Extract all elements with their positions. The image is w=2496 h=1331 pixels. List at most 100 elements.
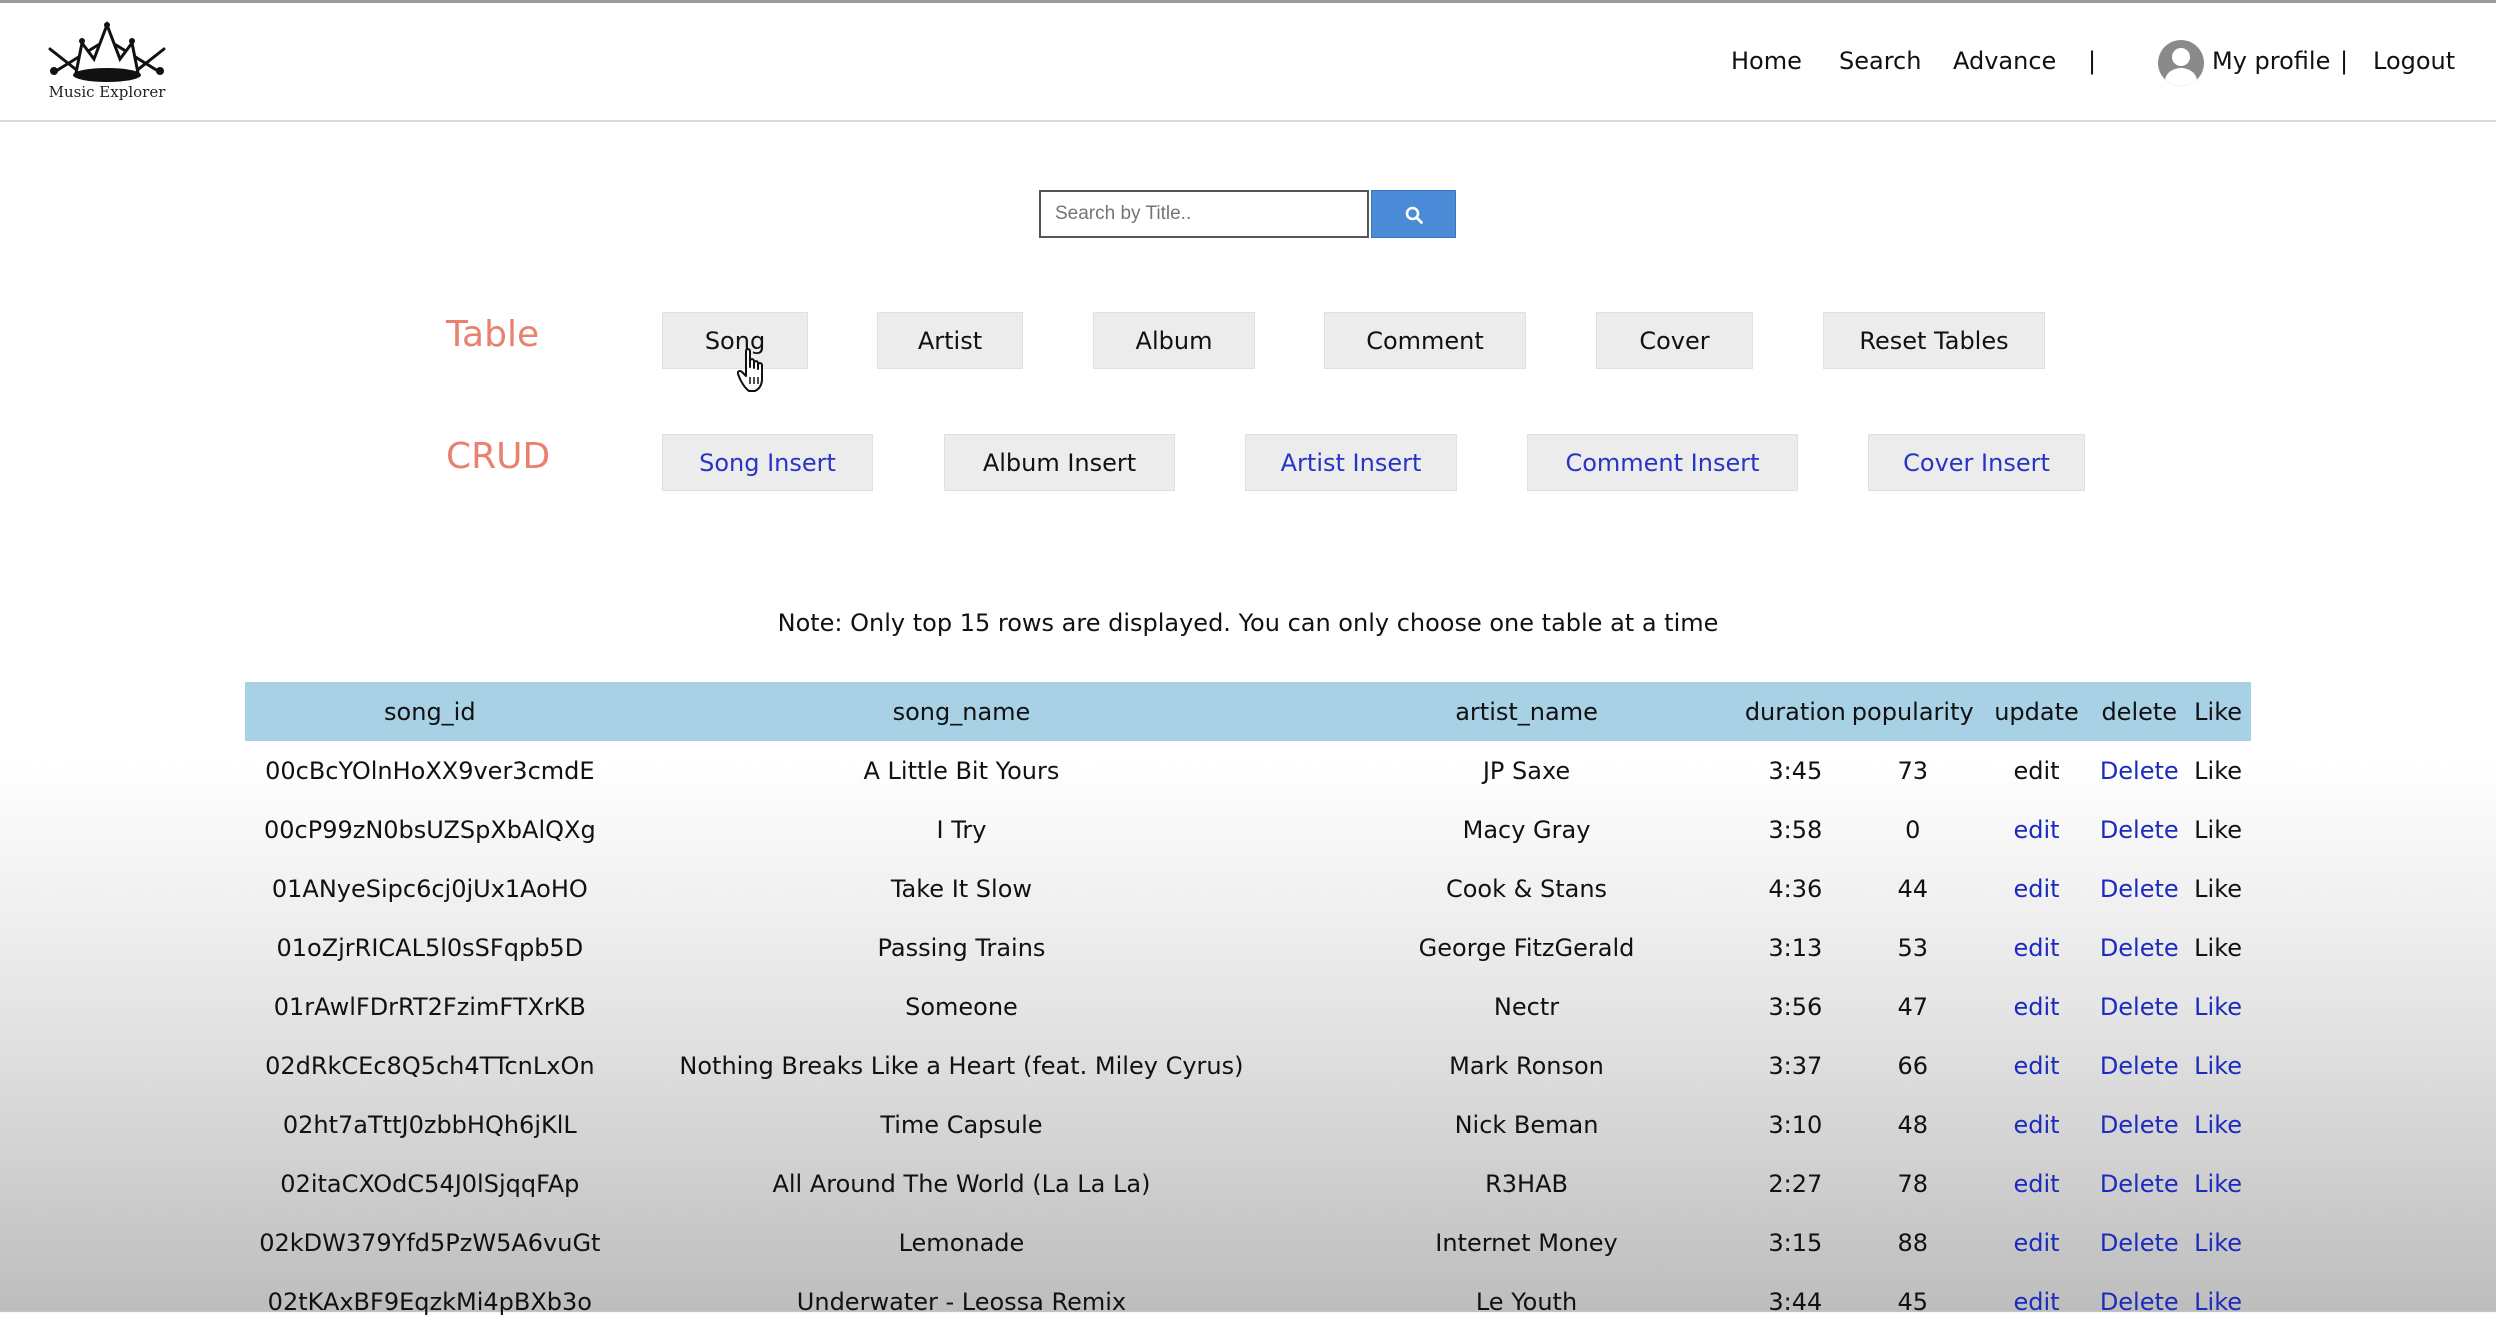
- edit-link[interactable]: edit: [2013, 1288, 2059, 1316]
- column-header-artist-name: artist_name: [1308, 682, 1745, 741]
- delete-link[interactable]: Delete: [2100, 993, 2179, 1021]
- logo[interactable]: Music Explorer: [48, 21, 166, 105]
- search-input[interactable]: [1039, 190, 1369, 238]
- cell-song-name: Someone: [905, 992, 1018, 1021]
- cell-song-name: Take It Slow: [890, 874, 1033, 903]
- like-link[interactable]: Like: [2194, 934, 2242, 962]
- table-row: 02dRkCEc8Q5ch4TTcnLxOn Nothing Breaks Li…: [245, 1036, 2251, 1095]
- column-header-duration: duration: [1744, 682, 1846, 741]
- table-button-artist[interactable]: Artist: [877, 312, 1023, 369]
- table-button-comment[interactable]: Comment: [1324, 312, 1526, 369]
- table-row: 01rAwlFDrRT2FzimFTXrKB Someone Nectr 3:5…: [245, 977, 2251, 1036]
- cell-popularity: 45: [1897, 1287, 1929, 1316]
- cell-duration: 3:37: [1768, 1051, 1823, 1080]
- cell-duration: 2:27: [1768, 1169, 1823, 1198]
- nav-search[interactable]: Search: [1839, 47, 1921, 75]
- cell-song-id: 00cBcYOlnHoXX9ver3cmdE: [265, 756, 595, 785]
- cell-duration: 3:58: [1768, 815, 1823, 844]
- like-link[interactable]: Like: [2194, 993, 2242, 1021]
- cell-song-id: 02itaCXOdC54J0lSjqqFAp: [280, 1169, 580, 1198]
- column-header-song-name: song_name: [614, 682, 1309, 741]
- crud-section-label: CRUD: [446, 436, 551, 477]
- nav-logout[interactable]: Logout: [2373, 47, 2455, 75]
- cover-insert-button[interactable]: Cover Insert: [1868, 434, 2085, 491]
- delete-link[interactable]: Delete: [2100, 1288, 2179, 1316]
- edit-link[interactable]: edit: [2013, 1170, 2059, 1198]
- edit-link[interactable]: edit: [2013, 757, 2059, 785]
- edit-link[interactable]: edit: [2013, 875, 2059, 903]
- delete-link[interactable]: Delete: [2100, 1111, 2179, 1139]
- edit-link[interactable]: edit: [2013, 1111, 2059, 1139]
- edit-link[interactable]: edit: [2013, 1052, 2059, 1080]
- like-link[interactable]: Like: [2194, 1229, 2242, 1257]
- cell-artist-name: JP Saxe: [1482, 756, 1571, 785]
- like-link[interactable]: Like: [2194, 1052, 2242, 1080]
- cell-song-id: 01rAwlFDrRT2FzimFTXrKB: [273, 992, 586, 1021]
- edit-link[interactable]: edit: [2013, 816, 2059, 844]
- table-row: 00cBcYOlnHoXX9ver3cmdE A Little Bit Your…: [245, 741, 2251, 800]
- delete-link[interactable]: Delete: [2100, 1170, 2179, 1198]
- nav-advance[interactable]: Advance: [1953, 47, 2056, 75]
- cell-popularity: 53: [1897, 933, 1929, 962]
- cell-popularity: 78: [1897, 1169, 1929, 1198]
- cell-duration: 3:45: [1768, 756, 1823, 785]
- table-row: 01ANyeSipc6cj0jUx1AoHO Take It Slow Cook…: [245, 859, 2251, 918]
- cell-popularity: 73: [1897, 756, 1929, 785]
- table-row: 00cP99zN0bsUZSpXbAlQXg I Try Macy Gray 3…: [245, 800, 2251, 859]
- note-text: Note: Only top 15 rows are displayed. Yo…: [777, 609, 1719, 637]
- table-row: 01oZjrRICAL5l0sSFqpb5D Passing Trains Ge…: [245, 918, 2251, 977]
- table-section-label: Table: [446, 314, 540, 355]
- table-button-song[interactable]: Song: [662, 312, 808, 369]
- reset-tables-button[interactable]: Reset Tables: [1823, 312, 2045, 369]
- table-button-album[interactable]: Album: [1093, 312, 1255, 369]
- table-button-cover[interactable]: Cover: [1596, 312, 1753, 369]
- nav-separator-2: |: [2340, 47, 2349, 75]
- like-link[interactable]: Like: [2194, 1170, 2242, 1198]
- cell-popularity: 88: [1897, 1228, 1929, 1257]
- table-row: 02itaCXOdC54J0lSjqqFAp All Around The Wo…: [245, 1154, 2251, 1213]
- like-link[interactable]: Like: [2194, 875, 2242, 903]
- like-link[interactable]: Like: [2194, 757, 2242, 785]
- cell-song-name: Time Capsule: [880, 1110, 1043, 1139]
- cell-song-name: All Around The World (La La La): [772, 1169, 1151, 1198]
- cell-popularity: 48: [1897, 1110, 1929, 1139]
- hand-pointer-icon: [737, 348, 763, 392]
- search-button[interactable]: [1371, 190, 1456, 238]
- edit-link[interactable]: edit: [2013, 934, 2059, 962]
- cell-song-id: 01ANyeSipc6cj0jUx1AoHO: [271, 874, 588, 903]
- album-insert-button[interactable]: Album Insert: [944, 434, 1175, 491]
- like-link[interactable]: Like: [2194, 1111, 2242, 1139]
- edit-link[interactable]: edit: [2013, 1229, 2059, 1257]
- user-avatar-icon[interactable]: [2158, 40, 2204, 86]
- nav-my-profile[interactable]: My profile: [2212, 47, 2330, 75]
- table-row: 02kDW379Yfd5PzW5A6vuGt Lemonade Internet…: [245, 1213, 2251, 1272]
- delete-link[interactable]: Delete: [2100, 1052, 2179, 1080]
- avatar-body: [2165, 68, 2197, 86]
- artist-insert-button[interactable]: Artist Insert: [1245, 434, 1457, 491]
- delete-link[interactable]: Delete: [2100, 816, 2179, 844]
- nav-home[interactable]: Home: [1731, 47, 1802, 75]
- delete-link[interactable]: Delete: [2100, 875, 2179, 903]
- cell-artist-name: R3HAB: [1485, 1169, 1568, 1198]
- cell-song-name: I Try: [936, 815, 987, 844]
- cell-song-name: Underwater - Leossa Remix: [796, 1287, 1127, 1316]
- cell-artist-name: Cook & Stans: [1445, 874, 1608, 903]
- cell-artist-name: Le Youth: [1475, 1287, 1578, 1316]
- like-link[interactable]: Like: [2194, 1288, 2242, 1316]
- cell-duration: 3:10: [1768, 1110, 1823, 1139]
- cell-duration: 3:13: [1768, 933, 1823, 962]
- like-link[interactable]: Like: [2194, 816, 2242, 844]
- cell-popularity: 0: [1905, 815, 1921, 844]
- delete-link[interactable]: Delete: [2100, 934, 2179, 962]
- cell-song-name: Nothing Breaks Like a Heart (feat. Miley…: [679, 1051, 1244, 1080]
- nav-separator: |: [2088, 47, 2097, 75]
- song-insert-button[interactable]: Song Insert: [662, 434, 873, 491]
- delete-link[interactable]: Delete: [2100, 757, 2179, 785]
- table-row: 02ht7aTttJ0zbbHQh6jKlL Time Capsule Nick…: [245, 1095, 2251, 1154]
- edit-link[interactable]: edit: [2013, 993, 2059, 1021]
- delete-link[interactable]: Delete: [2100, 1229, 2179, 1257]
- cell-artist-name: Mark Ronson: [1449, 1051, 1604, 1080]
- cell-duration: 3:15: [1768, 1228, 1823, 1257]
- cell-song-id: 00cP99zN0bsUZSpXbAlQXg: [263, 815, 596, 844]
- comment-insert-button[interactable]: Comment Insert: [1527, 434, 1798, 491]
